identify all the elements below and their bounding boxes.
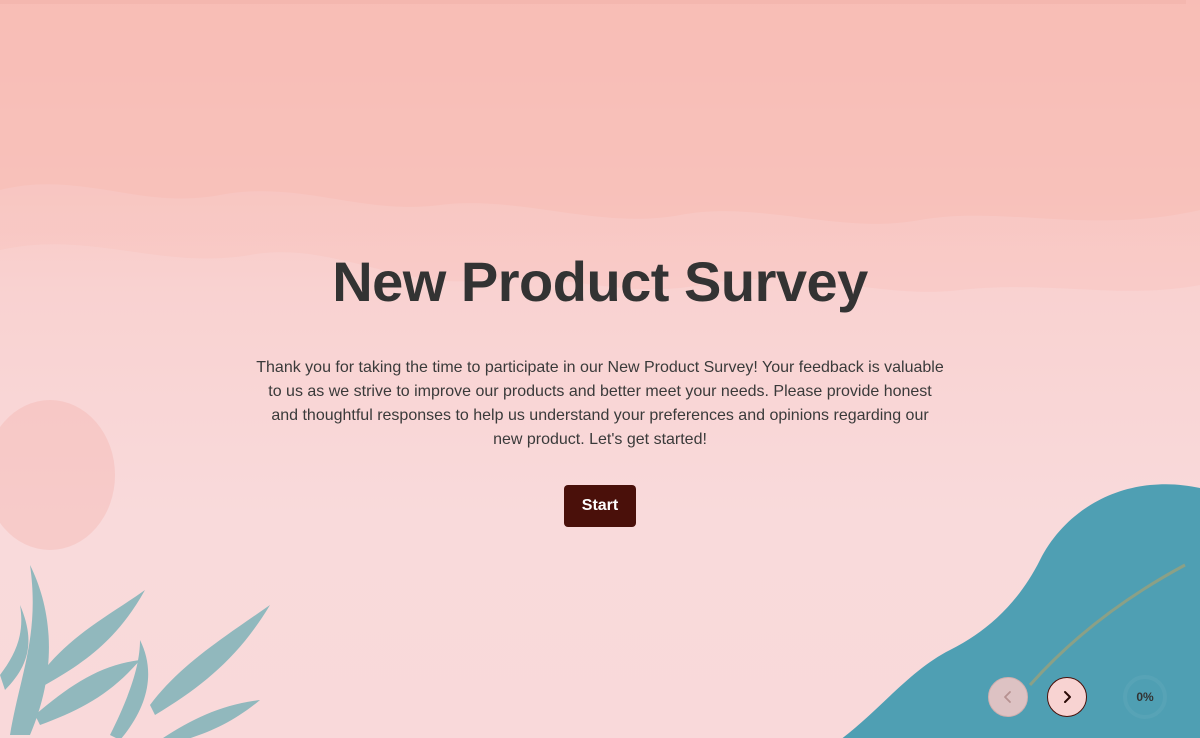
leaf-decoration (0, 565, 270, 738)
progress-percent: 0% (1136, 690, 1154, 704)
next-button[interactable] (1047, 677, 1087, 717)
chevron-left-icon (1004, 691, 1011, 703)
survey-description: Thank you for taking the time to partici… (256, 359, 944, 448)
progress-indicator: 0% (1122, 674, 1168, 720)
chevron-right-icon (1064, 691, 1071, 703)
start-button[interactable]: Start (564, 485, 636, 527)
page-title: New Product Survey (332, 250, 868, 313)
previous-button[interactable] (988, 677, 1028, 717)
